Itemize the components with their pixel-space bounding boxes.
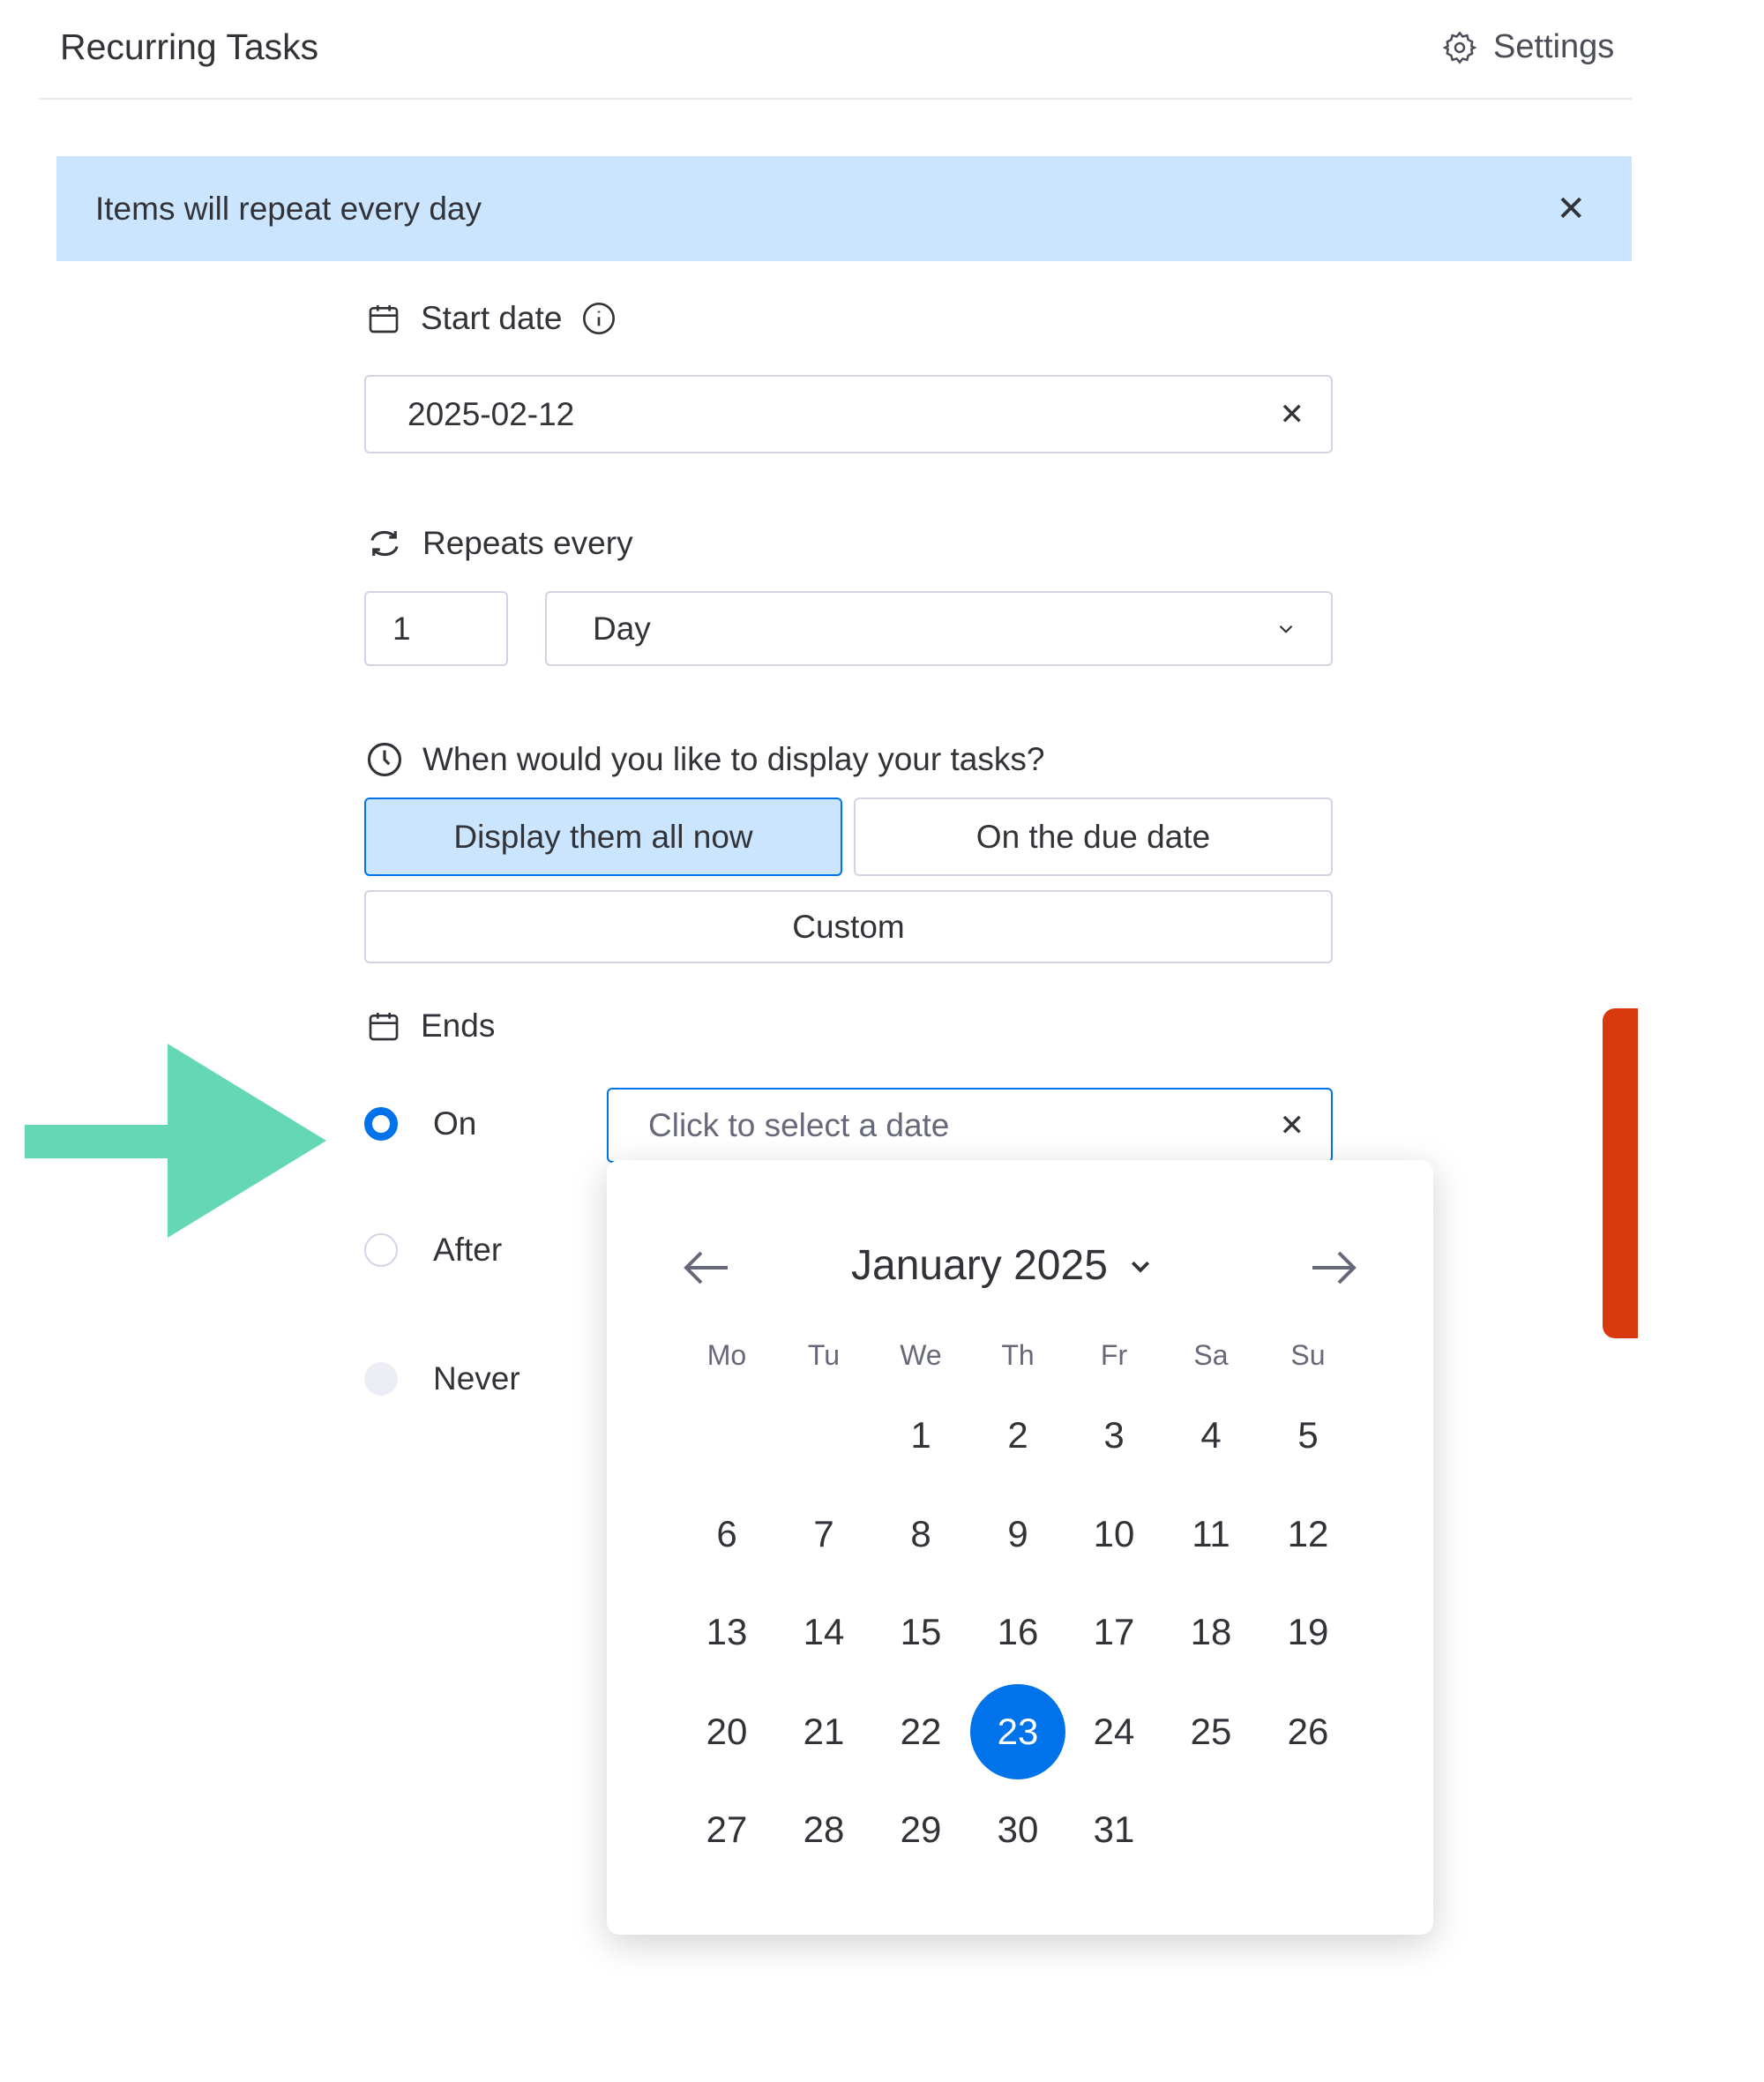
weekday-header: Sa xyxy=(1193,1339,1229,1371)
calendar-day-selected[interactable]: 23 xyxy=(970,1684,1065,1779)
month-year-dropdown[interactable]: January 2025 xyxy=(851,1241,1154,1290)
ends-after-radio[interactable]: After xyxy=(364,1232,502,1269)
unit-select[interactable]: Day xyxy=(545,591,1333,666)
calendar-day[interactable]: 22 xyxy=(873,1684,968,1779)
ends-never-radio[interactable]: Never xyxy=(364,1360,520,1397)
calendar-day[interactable]: 1 xyxy=(873,1388,968,1483)
info-icon[interactable] xyxy=(581,301,617,336)
clock-icon xyxy=(367,742,402,777)
display-question-label: When would you like to display your task… xyxy=(366,741,1044,778)
calendar-day[interactable]: 12 xyxy=(1260,1487,1356,1582)
clear-icon[interactable]: ✕ xyxy=(1280,397,1305,432)
ends-after-label: After xyxy=(433,1232,503,1268)
settings-label: Settings xyxy=(1493,28,1615,65)
repeats-label: Repeats every xyxy=(366,525,633,562)
calendar-day[interactable]: 27 xyxy=(679,1782,774,1877)
weekday-header: Th xyxy=(1001,1339,1035,1371)
calendar-day[interactable]: 29 xyxy=(873,1782,968,1877)
calendar-day[interactable]: 3 xyxy=(1066,1388,1162,1483)
start-date-input[interactable]: 2025-02-12 ✕ xyxy=(364,375,1333,453)
calendar-day[interactable]: 24 xyxy=(1066,1684,1162,1779)
clear-icon[interactable]: ✕ xyxy=(1280,1108,1305,1143)
repeats-text: Repeats every xyxy=(422,525,633,561)
calendar-day[interactable]: 30 xyxy=(970,1782,1065,1877)
ends-text: Ends xyxy=(421,1007,496,1044)
calendar-icon xyxy=(369,305,399,333)
calendar-day[interactable]: 13 xyxy=(679,1584,774,1680)
side-panel-edge xyxy=(1603,1008,1638,1338)
gear-icon xyxy=(1442,30,1477,64)
calendar-day[interactable]: 19 xyxy=(1260,1584,1356,1680)
calendar-day[interactable]: 31 xyxy=(1066,1782,1162,1877)
next-month-icon[interactable] xyxy=(1308,1246,1361,1290)
calendar-day[interactable]: 28 xyxy=(776,1782,871,1877)
date-picker-popup: January 2025 Mo Tu We Th Fr Sa Su 1 2 3 4 5 6 7 8 9 10 11… xyxy=(607,1160,1433,1935)
month-year-label: January 2025 xyxy=(851,1242,1108,1289)
ends-label: Ends xyxy=(366,1007,495,1045)
settings-button[interactable]: Settings xyxy=(1442,28,1614,66)
calendar-day[interactable]: 25 xyxy=(1163,1684,1259,1779)
calendar-day[interactable]: 5 xyxy=(1260,1388,1356,1483)
calendar-day[interactable]: 17 xyxy=(1066,1584,1162,1680)
display-all-now-button[interactable]: Display them all now xyxy=(364,798,842,876)
chevron-down-icon xyxy=(1131,1261,1149,1273)
info-banner: Items will repeat every day ✕ xyxy=(56,156,1632,261)
display-question-text: When would you like to display your task… xyxy=(422,741,1045,777)
calendar-day[interactable]: 11 xyxy=(1163,1487,1259,1582)
page-title: Recurring Tasks xyxy=(60,26,319,67)
close-icon[interactable]: ✕ xyxy=(1556,189,1586,229)
calendar-day[interactable]: 18 xyxy=(1163,1584,1259,1680)
interval-input[interactable]: 1 xyxy=(364,591,508,666)
calendar-day[interactable]: 20 xyxy=(679,1684,774,1779)
calendar-day[interactable]: 2 xyxy=(970,1388,1065,1483)
weekday-header: Su xyxy=(1290,1339,1326,1371)
chevron-down-icon xyxy=(1279,625,1293,633)
annotation-arrow xyxy=(25,1044,326,1238)
header-divider xyxy=(40,98,1632,100)
weekday-header: Tu xyxy=(807,1339,841,1371)
calendar-day[interactable]: 15 xyxy=(873,1584,968,1680)
calendar-icon xyxy=(369,1013,399,1041)
repeat-icon xyxy=(370,530,399,557)
end-date-input[interactable]: Click to select a date ✕ xyxy=(607,1088,1333,1163)
banner-text: Items will repeat every day xyxy=(95,190,482,227)
weekday-header: Mo xyxy=(706,1339,747,1371)
on-due-date-button[interactable]: On the due date xyxy=(854,798,1333,876)
end-date-placeholder: Click to select a date xyxy=(648,1106,950,1143)
start-date-value: 2025-02-12 xyxy=(407,395,575,432)
radio-after[interactable] xyxy=(364,1233,398,1267)
radio-on-selected[interactable] xyxy=(364,1107,398,1141)
ends-never-label: Never xyxy=(433,1360,520,1397)
calendar-day[interactable]: 9 xyxy=(970,1487,1065,1582)
calendar-day[interactable]: 14 xyxy=(776,1584,871,1680)
calendar-day[interactable]: 7 xyxy=(776,1487,871,1582)
interval-value: 1 xyxy=(392,610,411,647)
calendar-day[interactable]: 26 xyxy=(1260,1684,1356,1779)
calendar-day[interactable]: 6 xyxy=(679,1487,774,1582)
start-date-label: Start date xyxy=(366,300,617,337)
ends-on-radio[interactable]: On xyxy=(364,1105,476,1142)
unit-value: Day xyxy=(593,610,651,647)
weekday-header: We xyxy=(900,1339,942,1371)
prev-month-icon[interactable] xyxy=(679,1246,732,1290)
calendar-day[interactable]: 10 xyxy=(1066,1487,1162,1582)
start-date-text: Start date xyxy=(421,300,563,336)
radio-never[interactable] xyxy=(364,1362,398,1396)
calendar-day[interactable]: 4 xyxy=(1163,1388,1259,1483)
calendar-day[interactable]: 8 xyxy=(873,1487,968,1582)
calendar-day[interactable]: 16 xyxy=(970,1584,1065,1680)
calendar-day[interactable]: 21 xyxy=(776,1684,871,1779)
weekday-header: Fr xyxy=(1100,1339,1128,1371)
ends-on-label: On xyxy=(433,1105,477,1142)
custom-button[interactable]: Custom xyxy=(364,890,1333,963)
